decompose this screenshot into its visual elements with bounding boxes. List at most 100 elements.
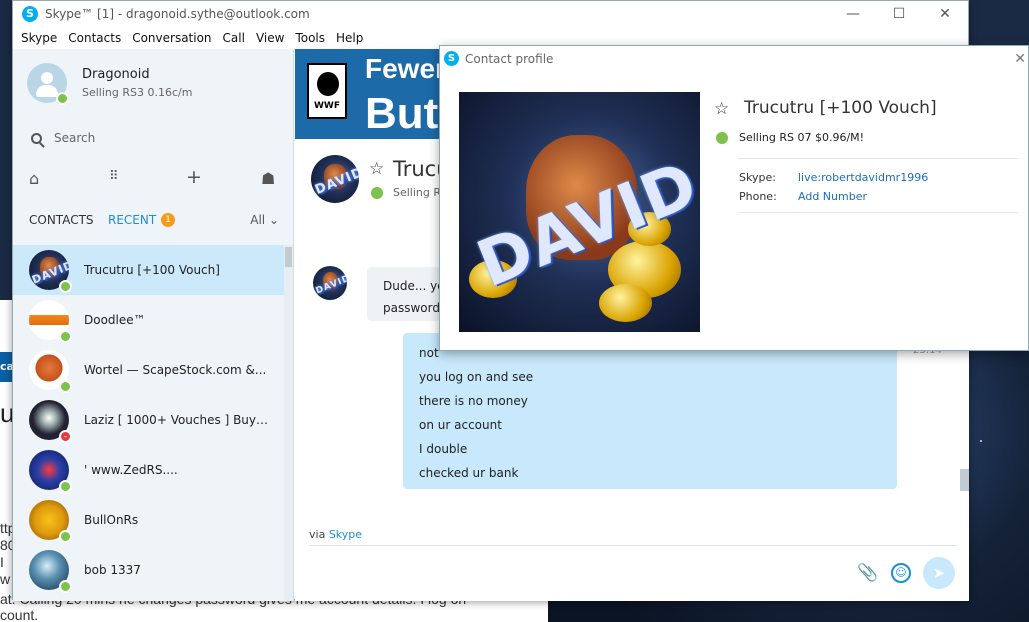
online-status-icon [371, 187, 383, 199]
divider [738, 158, 1018, 159]
contact-name: bob 1337 [84, 563, 141, 577]
bot-icon[interactable]: ☗ [261, 169, 275, 188]
maximize-button[interactable]: ☐ [876, 1, 922, 27]
via-label: via Skype [309, 528, 363, 541]
menu-skype[interactable]: Skype [21, 31, 57, 45]
online-status-icon [59, 330, 72, 343]
avatar: DAVID [29, 250, 72, 293]
online-status-icon [59, 530, 72, 543]
avatar[interactable]: DAVID [311, 155, 359, 203]
skype-id-label: Skype: [739, 171, 776, 184]
avatar [29, 300, 72, 343]
contact-name: Laziz [ 1000+ Vouches ] Buy &... [84, 413, 269, 427]
contact-profile-title: Contact profile [465, 51, 554, 66]
close-button[interactable]: ✕ [1014, 51, 1026, 67]
menu-help[interactable]: Help [336, 31, 363, 45]
phone-label: Phone: [739, 190, 777, 203]
recent-count-badge: 1 [161, 213, 175, 227]
contact-profile-mood: Selling RS 07 $0.96/M! [739, 131, 865, 144]
message-line: you log on and see [419, 370, 534, 384]
home-icon[interactable]: ⌂ [29, 169, 39, 188]
close-button[interactable]: ✕ [922, 1, 968, 27]
dialpad-icon[interactable]: ⠿ [109, 169, 119, 184]
tab-contacts[interactable]: CONTACTS [29, 213, 94, 227]
background-text-line: I [0, 554, 4, 570]
message-line: checked ur bank [419, 466, 519, 480]
online-status-icon [59, 480, 72, 493]
list-item[interactable]: – Laziz [ 1000+ Vouches ] Buy &... [13, 395, 284, 445]
favorite-star-icon[interactable]: ☆ [369, 159, 384, 179]
conversation-scrollbar[interactable] [960, 469, 969, 491]
profile-mood: Selling RS3 0.16c/m [82, 86, 193, 99]
menu-contacts[interactable]: Contacts [68, 31, 121, 45]
title-bar: S Skype™ [1] - dragonoid.sythe@outlook.c… [13, 1, 968, 27]
contact-name: ' www.ZedRS.... [84, 463, 178, 477]
filter-dropdown[interactable]: All ⌄ [250, 213, 279, 227]
avatar [29, 550, 72, 593]
list-item[interactable]: Doodlee™ [13, 295, 284, 345]
search-icon [31, 132, 42, 144]
menu-view[interactable]: View [256, 31, 284, 45]
outgoing-message: not you log on and see there is no money… [403, 333, 897, 489]
skype-id-value[interactable]: live:robertdavidmr1996 [798, 171, 928, 184]
search-input[interactable]: Search [54, 131, 95, 145]
list-item[interactable]: ' www.ZedRS.... [13, 445, 284, 495]
divider [738, 212, 1018, 213]
minimize-button[interactable]: — [830, 1, 876, 27]
list-item[interactable]: BullOnRs [13, 495, 284, 545]
skype-logo-icon: S [22, 6, 38, 22]
contact-profile-window: S Contact profile ✕ DAVID ☆ Trucutru [+1… [439, 45, 1029, 351]
conversation-mood: Selling R [393, 186, 442, 199]
contact-profile-name: Trucutru [+100 Vouch] [744, 98, 937, 118]
list-item[interactable]: bob 1337 [13, 545, 284, 595]
contact-list-scrollbar[interactable] [284, 245, 293, 601]
message-line: I double [419, 442, 468, 456]
tab-recent[interactable]: RECENT [108, 213, 156, 227]
via-skype-link[interactable]: Skype [329, 528, 362, 541]
menu-call[interactable]: Call [223, 31, 245, 45]
contact-name: Wortel — ScapeStock.com &... [84, 363, 267, 377]
contact-list: DAVID Trucutru [+100 Vouch] Doodlee™ Wor… [13, 245, 284, 595]
contact-profile-titlebar: S Contact profile [444, 51, 553, 66]
add-contact-icon[interactable]: + [186, 166, 202, 188]
background-text-line: w [0, 571, 11, 587]
send-button[interactable]: ➤ [923, 557, 955, 589]
menu-conversation[interactable]: Conversation [132, 31, 211, 45]
my-profile[interactable]: Dragonoid Selling RS3 0.16c/m [27, 63, 193, 105]
avatar [29, 500, 72, 543]
avatar: – [29, 400, 72, 443]
avatar [27, 63, 69, 105]
contact-tabs: CONTACTS RECENT 1 All ⌄ [29, 213, 279, 231]
avatar: DAVID [313, 266, 347, 300]
online-status-icon [716, 132, 728, 144]
online-status-icon [59, 380, 72, 393]
favorite-star-icon[interactable]: ☆ [714, 99, 729, 119]
list-item[interactable]: Wortel — ScapeStock.com &... [13, 345, 284, 395]
window-title: Skype™ [1] - dragonoid.sythe@outlook.com [45, 7, 310, 21]
emoticon-icon[interactable]: ☺ [891, 563, 911, 583]
background-text-line: count. [0, 607, 39, 622]
online-status-icon [59, 580, 72, 593]
online-status-icon [56, 92, 69, 105]
sidebar-toolbar: ⌂ ⠿ + ☗ [13, 166, 294, 193]
contact-profile-picture: DAVID [459, 92, 700, 332]
add-number-link[interactable]: Add Number [798, 190, 867, 203]
contact-name: BullOnRs [84, 513, 139, 527]
do-not-disturb-status-icon: – [59, 430, 72, 443]
online-status-icon [59, 280, 72, 293]
search-box[interactable]: Search [31, 131, 95, 145]
attach-file-icon[interactable]: 📎 [857, 563, 878, 583]
skype-logo-icon: S [444, 51, 459, 66]
profile-name: Dragonoid [82, 67, 150, 82]
contact-name: Doodlee™ [84, 313, 146, 327]
message-line: there is no money [419, 394, 528, 408]
list-item[interactable]: DAVID Trucutru [+100 Vouch] [13, 245, 284, 295]
menu-tools[interactable]: Tools [295, 31, 325, 45]
compose-divider [309, 545, 957, 546]
wwf-logo: WWF [307, 63, 347, 119]
avatar [29, 450, 72, 493]
avatar [29, 350, 72, 393]
contact-name: Trucutru [+100 Vouch] [84, 263, 220, 277]
sidebar: Dragonoid Selling RS3 0.16c/m Search ⌂ ⠿… [13, 49, 294, 601]
message-line: on ur account [419, 418, 502, 432]
